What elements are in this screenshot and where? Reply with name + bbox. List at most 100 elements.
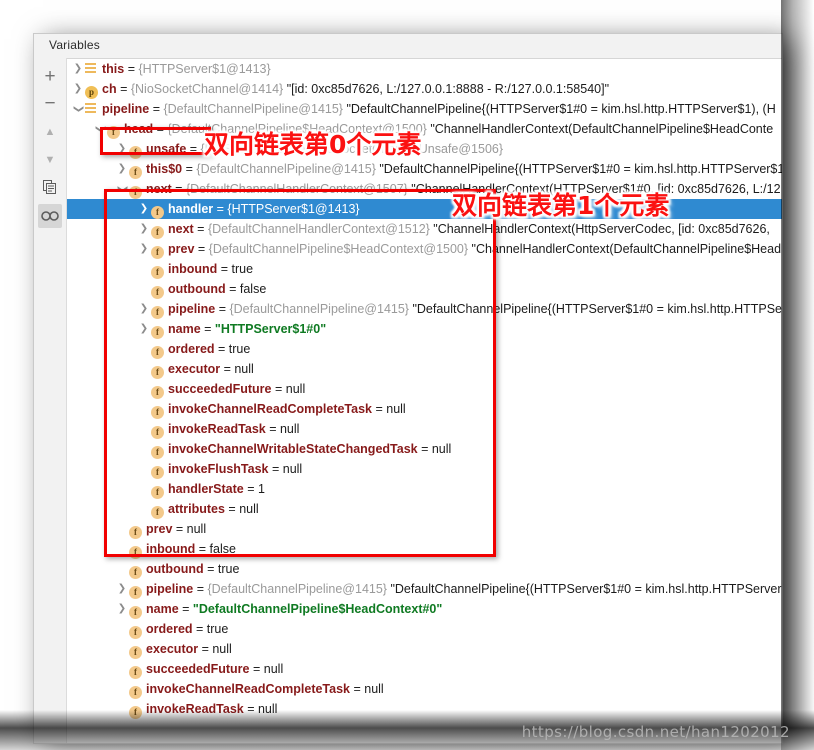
tree-row[interactable]: ❯finvokeChannelWritableStateChangedTask …: [67, 439, 782, 459]
chevron-right-icon[interactable]: ❯: [115, 599, 129, 619]
field-icon: f: [151, 266, 164, 279]
chevron-placeholder-icon: ❯: [115, 559, 129, 579]
tree-row[interactable]: ❯ p ch = {NioSocketChannel@1414} "[id: 0xc…: [67, 79, 782, 99]
move-up-button[interactable]: ▲: [38, 120, 62, 144]
local-variable-icon: [85, 103, 96, 114]
chevron-down-icon[interactable]: ❯: [90, 122, 110, 136]
toggle-watches-button[interactable]: [38, 204, 62, 228]
tree-row[interactable]: ❯ pipeline = {DefaultChannelPipeline@1415…: [67, 99, 782, 119]
tree-row[interactable]: ❯ this = {HTTPServer$1@1413}: [67, 59, 782, 79]
tree-row[interactable]: ❯ f prev = {DefaultChannelPipeline$HeadCon…: [67, 239, 782, 259]
chevron-placeholder-icon: ❯: [137, 279, 151, 299]
variable-name: next: [168, 222, 194, 236]
chevron-placeholder-icon: ❯: [137, 499, 151, 519]
string-value: "DefaultChannelPipeline$HeadContext#0": [192, 602, 443, 616]
chevron-right-icon[interactable]: ❯: [115, 579, 129, 599]
tree-row[interactable]: ❯ f pipeline = {DefaultChannelPipeline@141…: [67, 579, 782, 599]
tree-row[interactable]: ❯f outbound = true: [67, 559, 782, 579]
variable-name: invokeReadTask: [146, 702, 244, 716]
chevron-right-icon[interactable]: ❯: [115, 139, 129, 159]
tree-row[interactable]: ❯ f next = {DefaultChannelHandlerContext@1…: [67, 219, 782, 239]
tree-row[interactable]: ❯f invokeReadTask = null: [67, 419, 782, 439]
equals-sign: =: [193, 222, 208, 236]
tree-row[interactable]: ❯ f next = {DefaultChannelHandlerContext@1…: [67, 179, 782, 199]
field-icon: f: [129, 606, 142, 619]
chevron-placeholder-icon: ❯: [115, 679, 129, 699]
field-icon: f: [151, 306, 164, 319]
tree-row[interactable]: ❯f ordered = true: [67, 339, 782, 359]
chevron-right-icon[interactable]: ❯: [115, 159, 129, 179]
tree-row[interactable]: ❯f inbound = true: [67, 259, 782, 279]
chevron-placeholder-icon: ❯: [137, 419, 151, 439]
chevron-right-icon[interactable]: ❯: [71, 79, 85, 99]
field-icon: f: [129, 166, 142, 179]
tree-row[interactable]: ❯f invokeChannelReadCompleteTask = null: [67, 679, 782, 699]
chevron-down-icon[interactable]: ❯: [112, 182, 132, 196]
tree-row[interactable]: ❯f succeededFuture = null: [67, 659, 782, 679]
tree-row[interactable]: ❯ f head = {DefaultChannelPipeline$HeadCon…: [67, 119, 782, 139]
equals-sign: =: [225, 282, 240, 296]
tree-row[interactable]: ❯f executor = null: [67, 639, 782, 659]
equals-sign: =: [372, 402, 387, 416]
equals-sign: =: [215, 302, 230, 316]
chevron-right-icon[interactable]: ❯: [137, 219, 151, 239]
variable-name: outbound: [168, 282, 226, 296]
tree-row[interactable]: ❯f attributes = null: [67, 499, 782, 519]
field-icon: f: [151, 386, 164, 399]
equals-sign: =: [268, 462, 283, 476]
add-watch-button[interactable]: +: [38, 64, 62, 88]
chevron-right-icon[interactable]: ❯: [137, 299, 151, 319]
to-string-value: "[id: 0xc85d7626, L:/127.0.0.1:8888 - R:…: [283, 82, 610, 96]
tree-row[interactable]: ❯ f pipeline = {DefaultChannelPipeline@141…: [67, 299, 782, 319]
move-down-button[interactable]: ▼: [38, 148, 62, 172]
tree-row[interactable]: ❯f invokeChannelReadCompleteTask = null: [67, 399, 782, 419]
tree-row[interactable]: ❯f executor = null: [67, 359, 782, 379]
object-reference: {HTTPServer$1@1413}: [138, 62, 271, 76]
tree-row[interactable]: ❯ f name = "HTTPServer$1#0": [67, 319, 782, 339]
primitive-value: null: [279, 422, 300, 436]
chevron-placeholder-icon: ❯: [115, 699, 129, 719]
variable-name: prev: [168, 242, 195, 256]
variable-name: prev: [146, 522, 173, 536]
tree-row[interactable]: ❯f ordered = true: [67, 619, 782, 639]
tree-row[interactable]: ❯f handlerState = 1: [67, 479, 782, 499]
chevron-placeholder-icon: ❯: [137, 359, 151, 379]
arrow-up-icon: ▲: [44, 125, 56, 138]
chevron-right-icon[interactable]: ❯: [137, 239, 151, 259]
variable-name: head: [124, 122, 154, 136]
tree-row[interactable]: ❯ f handler = {HTTPServer$1@1413}: [67, 199, 782, 219]
tree-row[interactable]: ❯f invokeReadTask = null: [67, 699, 782, 719]
primitive-value: null: [282, 462, 303, 476]
equals-sign: =: [116, 82, 131, 96]
variable-name: invokeChannelReadCompleteTask: [168, 402, 372, 416]
tree-row[interactable]: ❯ f name = "DefaultChannelPipeline$HeadCon…: [67, 599, 782, 619]
primitive-value: null: [263, 662, 284, 676]
variable-name: invokeFlushTask: [168, 462, 269, 476]
tree-row[interactable]: ❯ f this$0 = {DefaultChannelPipeline@1415}…: [67, 159, 782, 179]
equals-sign: =: [203, 562, 218, 576]
remove-watch-button[interactable]: −: [38, 91, 62, 115]
chevron-right-icon[interactable]: ❯: [137, 199, 151, 219]
chevron-right-icon[interactable]: ❯: [137, 319, 151, 339]
field-icon: f: [151, 206, 164, 219]
tree-row[interactable]: ❯ f unsafe = {NioSocketChannel$NioSocketCh…: [67, 139, 782, 159]
equals-sign: =: [153, 122, 168, 136]
tree-row[interactable]: ❯f invokeFlushTask = null: [67, 459, 782, 479]
variable-name: ordered: [146, 622, 193, 636]
object-reference: {NioSocketChannel@1414}: [130, 82, 284, 96]
field-icon: f: [151, 366, 164, 379]
tree-row[interactable]: ❯f outbound = false: [67, 279, 782, 299]
field-icon: f: [129, 526, 142, 539]
tree-row[interactable]: ❯f inbound = false: [67, 539, 782, 559]
variables-tree[interactable]: ❯ this = {HTTPServer$1@1413} ❯ p ch = {NioSo…: [67, 59, 782, 743]
copy-value-button[interactable]: [38, 176, 62, 200]
tree-row[interactable]: ❯f succeededFuture = null: [67, 379, 782, 399]
primitive-value: null: [386, 402, 406, 416]
variables-toolbar: + − ▲ ▼: [34, 58, 67, 743]
chevron-right-icon[interactable]: ❯: [71, 59, 85, 79]
to-string-value: "DefaultChannelPipeline{(HTTPServer$1#0 …: [408, 302, 782, 316]
to-string-value: "DefaultChannelPipeline{(HTTPServer$1#0 …: [375, 162, 782, 176]
chevron-placeholder-icon: ❯: [137, 339, 151, 359]
tree-row[interactable]: ❯fprev = null: [67, 519, 782, 539]
object-reference: {DefaultChannelPipeline$HeadContext@1500…: [167, 122, 427, 136]
